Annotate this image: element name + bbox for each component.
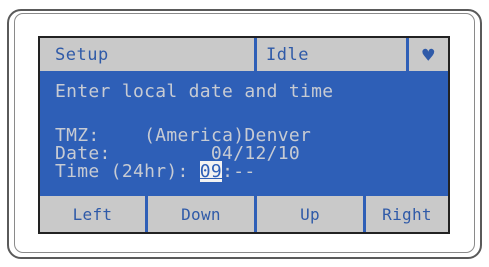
state-label: Idle — [257, 38, 409, 71]
time-hour-field[interactable]: 09 — [199, 161, 223, 182]
lcd-screen: Setup Idle ♥ Enter local date and time T… — [38, 36, 450, 234]
heart-icon: ♥ — [409, 38, 448, 71]
down-softkey[interactable]: Down — [148, 196, 257, 232]
status-bar: Setup Idle ♥ — [40, 38, 448, 71]
time-minute-field[interactable]: :-- — [222, 161, 255, 182]
softkey-bar: Left Down Up Right — [40, 196, 448, 232]
time-row: Time (24hr): 09:-- — [55, 161, 256, 182]
right-softkey[interactable]: Right — [366, 196, 448, 232]
prompt-text: Enter local date and time — [55, 81, 334, 102]
left-softkey[interactable]: Left — [40, 196, 148, 232]
mode-label: Setup — [40, 38, 257, 71]
time-label: Time (24hr): — [55, 161, 189, 182]
up-softkey[interactable]: Up — [257, 196, 366, 232]
